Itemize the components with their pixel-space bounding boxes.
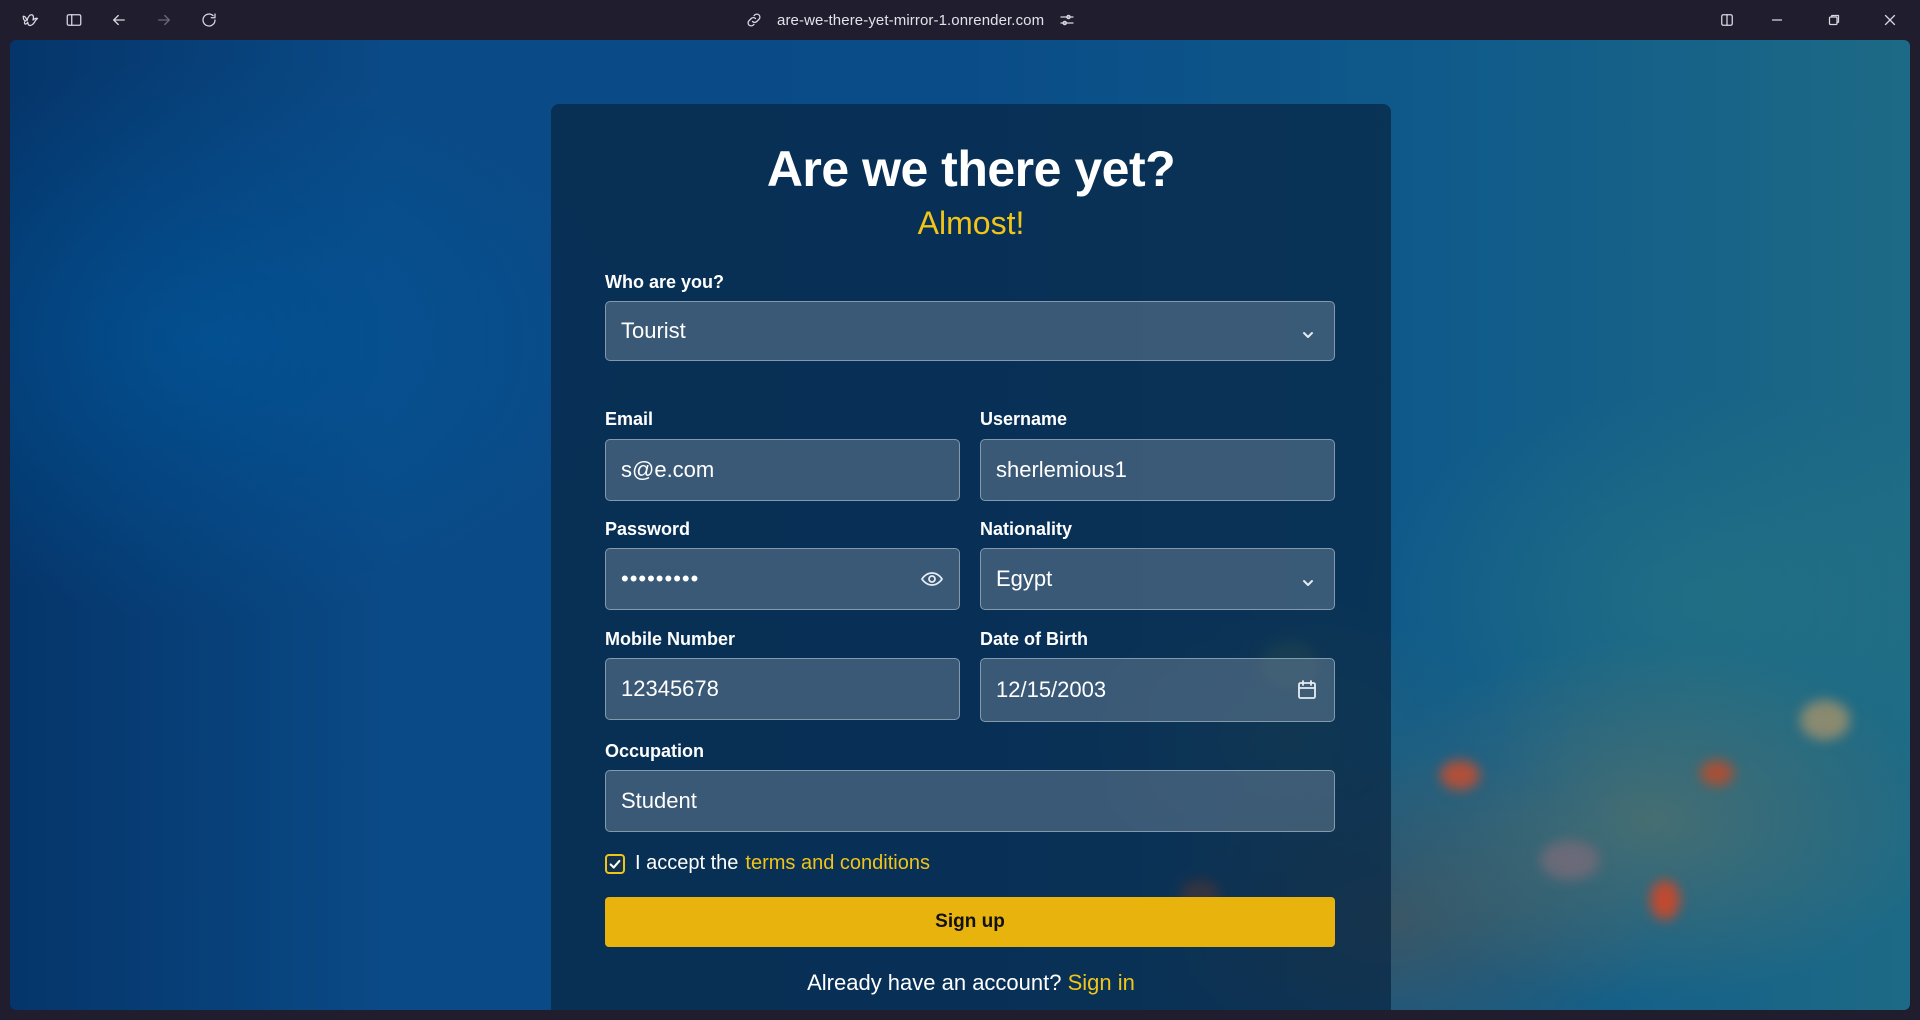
mobile-field[interactable]: 12345678 [605, 658, 960, 720]
username-value: sherlemious1 [996, 457, 1127, 482]
password-field[interactable]: ••••••••• [605, 548, 960, 610]
already-text: Already have an account? [807, 970, 1062, 995]
site-settings-icon[interactable] [1058, 11, 1076, 29]
email-field[interactable]: s@e.com [605, 439, 960, 501]
password-label: Password [605, 519, 691, 539]
signup-card: Are we there yet? Almost! Who are you? T… [551, 104, 1391, 1010]
signup-button[interactable]: Sign up [605, 897, 1335, 947]
browser-toolbar: are-we-there-yet-mirror-1.onrender.com [0, 0, 1920, 40]
occupation-field[interactable]: Student [605, 770, 1335, 832]
restore-icon[interactable] [1822, 8, 1846, 32]
page-title: Are we there yet? [766, 141, 1176, 197]
sidebar-toggle-icon[interactable] [62, 8, 86, 32]
page-viewport: Are we there yet? Almost! Who are you? T… [10, 40, 1910, 1010]
occupation-value: Student [621, 788, 697, 813]
chevron-down-icon [1300, 571, 1316, 587]
role-select[interactable]: Tourist [605, 301, 1335, 361]
chevron-down-icon [1300, 323, 1316, 339]
page-subtitle: Almost! [917, 205, 1025, 241]
occupation-label: Occupation [605, 741, 705, 761]
password-mask: ••••••••• [621, 566, 700, 591]
close-icon[interactable] [1878, 8, 1902, 32]
url-text[interactable]: are-we-there-yet-mirror-1.onrender.com [777, 12, 1044, 29]
reload-icon[interactable] [197, 8, 221, 32]
dob-field[interactable]: 12/15/2003 [980, 658, 1335, 722]
terms-prefix: I accept the [635, 852, 739, 874]
nationality-value: Egypt [996, 566, 1053, 591]
email-label: Email [605, 409, 654, 429]
address-bar[interactable]: are-we-there-yet-mirror-1.onrender.com [745, 8, 1076, 32]
username-label: Username [980, 409, 1068, 429]
minimize-icon[interactable] [1765, 8, 1789, 32]
calendar-icon[interactable] [1294, 677, 1320, 703]
terms-link[interactable]: terms and conditions [745, 852, 930, 875]
nationality-label: Nationality [980, 519, 1073, 539]
eye-icon[interactable] [919, 566, 945, 592]
checkmark-icon [609, 859, 621, 869]
terms-row: I accept the terms and conditions [605, 852, 930, 875]
mobile-label: Mobile Number [605, 629, 736, 649]
who-label: Who are you? [605, 272, 725, 292]
dob-label: Date of Birth [980, 629, 1088, 649]
signin-link[interactable]: Sign in [1068, 970, 1135, 995]
dob-value: 12/15/2003 [996, 677, 1107, 702]
link-icon [747, 13, 761, 27]
username-field[interactable]: sherlemious1 [980, 439, 1335, 501]
split-view-icon[interactable] [1715, 8, 1739, 32]
back-icon[interactable] [107, 8, 131, 32]
terms-checkbox[interactable] [605, 853, 625, 874]
signin-prompt: Already have an account? Sign in [551, 970, 1391, 996]
role-select-value: Tourist [621, 318, 686, 343]
browser-logo-icon[interactable] [18, 8, 42, 32]
forward-icon[interactable] [152, 8, 176, 32]
mobile-value: 12345678 [621, 676, 719, 701]
nationality-select[interactable]: Egypt [980, 548, 1335, 610]
email-value: s@e.com [621, 457, 715, 482]
